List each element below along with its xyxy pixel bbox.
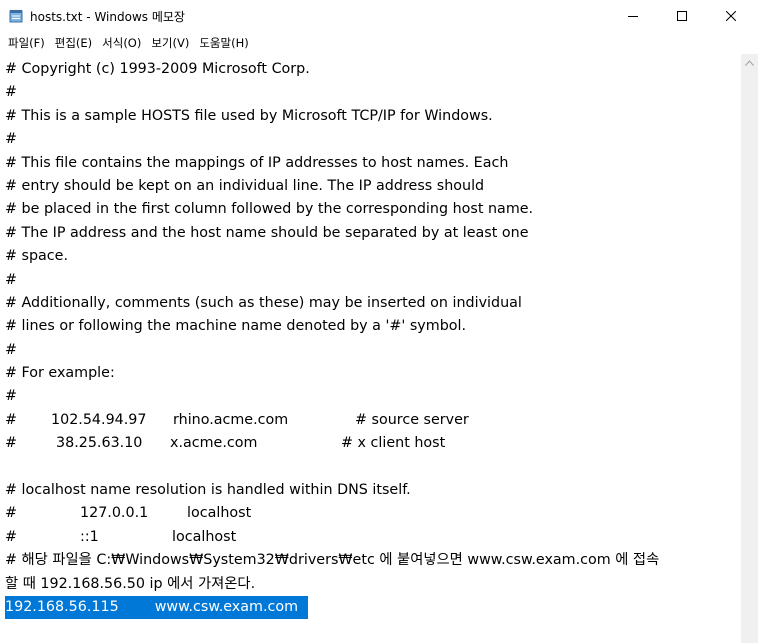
text-line: # 해당 파일을 C:₩Windows₩System32₩drivers₩etc…: [5, 552, 660, 569]
text-line: #: [5, 271, 17, 288]
text-line: # be placed in the first column followed…: [5, 201, 534, 218]
example-line-1: # 102.54.94.97 rhino.acme.com # source s…: [5, 409, 659, 432]
example-ip: 38.25.63.10: [56, 435, 143, 452]
chevron-up-icon: [745, 59, 754, 66]
text-line: #: [5, 131, 17, 148]
text-line: #: [5, 388, 17, 405]
menu-format[interactable]: 서식(O): [97, 35, 146, 51]
text-line: # space.: [5, 248, 69, 265]
localhost-line-2: # ::1 localhost: [5, 526, 659, 549]
selected-ip: 192.168.56.115: [5, 598, 119, 615]
text-line: # lines or following the machine name de…: [5, 318, 467, 335]
comment-hash: #: [5, 411, 17, 428]
localhost-ip: 127.0.0.1: [80, 505, 149, 522]
comment-hash: #: [5, 505, 17, 522]
text-line: # Additionally, comments (such as these)…: [5, 294, 522, 311]
comment-hash: #: [5, 435, 17, 452]
example-host: x.acme.com: [170, 435, 258, 452]
selected-line: 192.168.56.115 www.csw.exam.com: [5, 595, 659, 620]
scroll-up-button[interactable]: [741, 54, 758, 71]
vertical-scrollbar[interactable]: [741, 54, 758, 643]
text-line: # entry should be kept on an individual …: [5, 177, 485, 194]
maximize-icon: [677, 11, 687, 21]
text-line: # localhost name resolution is handled w…: [5, 482, 411, 499]
text-line: # This file contains the mappings of IP …: [5, 154, 509, 171]
text-line: # Copyright (c) 1993-2009 Microsoft Corp…: [5, 61, 310, 77]
localhost-host: localhost: [172, 528, 237, 545]
localhost-ip: ::1: [80, 528, 99, 545]
example-host: rhino.acme.com: [173, 411, 289, 428]
maximize-button[interactable]: [659, 0, 705, 32]
example-ip: 102.54.94.97: [51, 411, 147, 428]
example-line-2: # 38.25.63.10 x.acme.com # x client host: [5, 432, 659, 455]
menu-file[interactable]: 파일(F): [3, 35, 50, 51]
text-editor[interactable]: # Copyright (c) 1993-2009 Microsoft Corp…: [0, 54, 741, 643]
minimize-button[interactable]: [610, 0, 656, 32]
example-comment: # source server: [355, 411, 469, 428]
menu-help[interactable]: 도움말(H): [194, 35, 253, 51]
text-line: # For example:: [5, 365, 115, 382]
text-line: #: [5, 341, 17, 358]
title-bar[interactable]: hosts.txt - Windows 메모장: [0, 0, 772, 32]
localhost-host: localhost: [187, 505, 252, 522]
minimize-icon: [628, 16, 638, 17]
example-comment: # x client host: [341, 435, 446, 452]
text-line: 할 때 192.168.56.50 ip 에서 가져온다.: [5, 575, 256, 592]
text-line: #: [5, 84, 17, 101]
notepad-icon: [9, 10, 23, 23]
window-title: hosts.txt - Windows 메모장: [30, 10, 185, 24]
localhost-line-1: # 127.0.0.1 localhost: [5, 502, 659, 525]
close-button[interactable]: [708, 0, 754, 32]
menu-bar: 파일(F) 편집(E) 서식(O) 보기(V) 도움말(H): [0, 32, 772, 54]
scroll-thumb[interactable]: [743, 73, 756, 633]
selected-text: 192.168.56.115 www.csw.exam.com: [5, 595, 309, 620]
text-line: # The IP address and the host name shoul…: [5, 224, 529, 241]
menu-view[interactable]: 보기(V): [146, 35, 194, 51]
close-icon: [726, 11, 736, 21]
text-line: # This is a sample HOSTS file used by Mi…: [5, 107, 493, 124]
menu-edit[interactable]: 편집(E): [50, 35, 97, 51]
selected-host: www.csw.exam.com: [154, 598, 299, 615]
comment-hash: #: [5, 528, 17, 545]
